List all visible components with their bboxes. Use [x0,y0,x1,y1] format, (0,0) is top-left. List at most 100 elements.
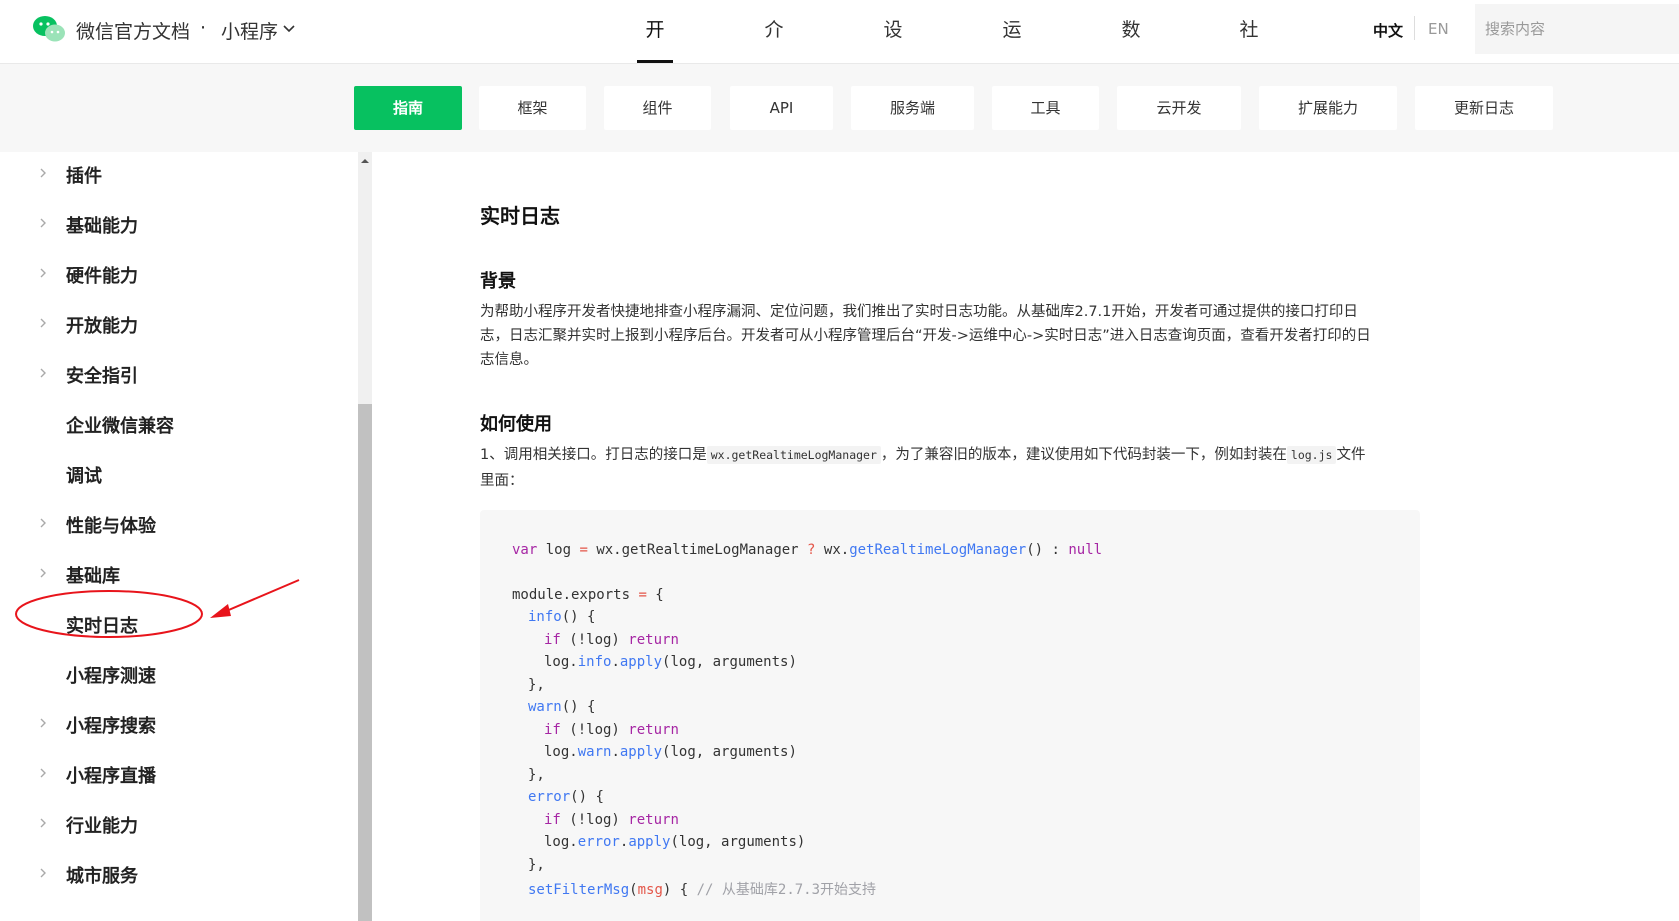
lang-divider [1414,16,1415,40]
sidebar-item-speed-test[interactable]: 小程序测速 [0,652,340,696]
code-token: { [646,587,664,603]
code-token: log. [544,834,578,850]
paragraph-line: 里面： [480,473,524,489]
page-title: 实时日志 [480,204,560,228]
chevron-right-icon [40,518,46,528]
nav-operation[interactable]: 运营 [994,0,1030,101]
sidebar-item-realtime-log[interactable]: 实时日志 [0,602,340,646]
sidebar-item-plugin[interactable]: 插件 [0,152,340,196]
scrollbar-thumb[interactable] [358,404,372,921]
code-token: error [577,834,620,850]
paragraph-line: 志信息。 [480,352,538,368]
code-token: apply [628,834,671,850]
tab-framework[interactable]: 框架 [479,86,586,130]
sidebar-item-live[interactable]: 小程序直播 [0,752,340,796]
nav-develop[interactable]: 开发 [637,0,673,101]
lang-zh[interactable]: 中文 [1373,20,1403,41]
code-token: = [579,542,588,558]
sidebar-item-label: 开放能力 [66,316,138,337]
usage-prefix: 1、调用相关接口。打日志的接口是 [480,447,707,463]
code-line: }, [528,857,545,873]
code-line: var log = wx.getRealtimeLogManager ? wx.… [512,542,1102,558]
nav-design[interactable]: 设计 [875,0,911,101]
code-line: if (!log) return [544,812,679,828]
code-token: () : [1026,542,1069,558]
code-token: var [512,542,538,558]
code-token: () { [561,699,596,715]
code-token: apply [619,654,663,670]
sidebar-item-label: 小程序搜索 [66,716,156,737]
code-token: (!log) [560,812,629,828]
sidebar-item-label: 实时日志 [66,616,138,637]
tab-components[interactable]: 组件 [604,86,711,130]
sidebar-item-label: 插件 [66,166,102,187]
tab-tools[interactable]: 工具 [992,86,1099,130]
section-background-text: 为帮助小程序开发者快捷地排查小程序漏洞、定位问题，我们推出了实时日志功能。从基础… [480,300,1430,372]
sidebar-item-open-abilities[interactable]: 开放能力 [0,302,340,346]
lang-en[interactable]: EN [1428,20,1449,38]
paragraph-line: 为帮助小程序开发者快捷地排查小程序漏洞、定位问题，我们推出了实时日志功能。从基础… [480,304,1358,320]
search-input[interactable] [1475,4,1679,54]
sidebar-item-hardware[interactable]: 硬件能力 [0,252,340,296]
code-token: () { [561,609,596,625]
wechat-logo-icon[interactable] [32,14,66,44]
tab-guide[interactable]: 指南 [354,86,462,130]
nav-community[interactable]: 社区 [1231,0,1267,101]
top-header: 微信官方文档 · 小程序 开发 介绍 设计 运营 数据 社区 中文 EN [0,0,1679,101]
nav-intro[interactable]: 介绍 [756,0,792,101]
usage-suffix: 文件 [1336,447,1366,463]
sidebar-scrollbar[interactable] [358,152,372,921]
code-token: wx.getRealtimeLogManager [587,542,808,558]
usage-middle: ，为了兼容旧的版本，建议使用如下代码封装一下，例如封装在 [880,447,1287,463]
sidebar-item-debug[interactable]: 调试 [0,452,340,496]
tab-cloud[interactable]: 云开发 [1117,86,1241,130]
chevron-right-icon [40,368,46,378]
sidebar-item-performance[interactable]: 性能与体验 [0,502,340,546]
code-token: if [544,722,561,738]
code-line: log.warn.apply(log, arguments) [544,744,797,760]
sidebar-item-security[interactable]: 安全指引 [0,352,340,396]
code-token: return [628,812,679,828]
sidebar-item-industry[interactable]: 行业能力 [0,802,340,846]
sidebar-item-wecom[interactable]: 企业微信兼容 [0,402,340,446]
code-token: log. [544,654,578,670]
chevron-right-icon [40,868,46,878]
product-switcher[interactable]: 小程序 [221,17,278,44]
sidebar-item-label: 性能与体验 [66,516,156,537]
scroll-up-arrow-icon[interactable] [358,156,372,166]
tab-server[interactable]: 服务端 [851,86,974,130]
section-usage-text: 1、调用相关接口。打日志的接口是 wx.getRealtimeLogManager… [480,443,1430,493]
chevron-right-icon [40,718,46,728]
code-line: info() { [528,609,595,625]
brand-separator: · [200,17,207,39]
code-line: if (!log) return [544,632,679,648]
sidebar: 插件 基础能力 硬件能力 开放能力 安全指引 企业微信兼容 调试 性能与体验 基… [0,152,352,921]
chevron-right-icon [40,318,46,328]
nav-data[interactable]: 数据 [1113,0,1149,101]
chevron-right-icon [40,268,46,278]
sidebar-item-city-services[interactable]: 城市服务 [0,852,340,896]
tab-extensions[interactable]: 扩展能力 [1259,86,1397,130]
sidebar-item-label: 调试 [66,466,102,487]
sidebar-item-label: 小程序测速 [66,666,156,687]
chevron-right-icon [40,568,46,578]
code-token: warn [528,699,562,715]
sidebar-item-label: 安全指引 [66,366,138,387]
chevron-down-icon[interactable] [282,22,296,36]
code-line: module.exports = { [512,587,664,603]
tab-api[interactable]: API [730,86,833,130]
code-token: if [544,812,561,828]
code-line: setFilterMsg(msg) { // 从基础库2.7.3开始支持 [528,879,876,899]
sidebar-item-base-library[interactable]: 基础库 [0,552,340,596]
sidebar-item-search[interactable]: 小程序搜索 [0,702,340,746]
sidebar-item-basic-abilities[interactable]: 基础能力 [0,202,340,246]
inline-code-file: log.js [1286,446,1337,464]
tab-changelog[interactable]: 更新日志 [1415,86,1553,130]
code-token: () { [570,789,604,805]
code-block[interactable]: var log = wx.getRealtimeLogManager ? wx.… [480,510,1420,921]
code-line: }, [528,677,545,693]
code-token: wx. [815,542,850,558]
chevron-right-icon [40,168,46,178]
chevron-right-icon [40,818,46,828]
brand-title[interactable]: 微信官方文档 [76,17,190,44]
